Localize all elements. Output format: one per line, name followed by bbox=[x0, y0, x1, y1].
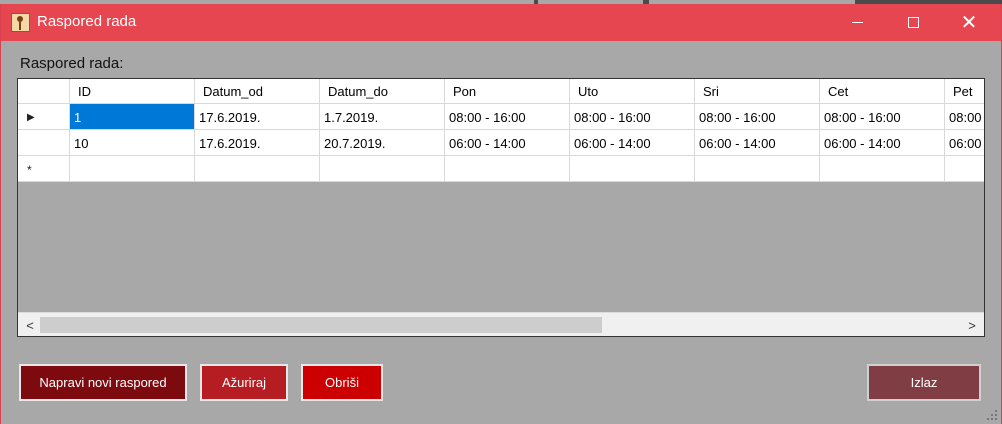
maximize-button[interactable] bbox=[890, 4, 936, 41]
table-cell[interactable]: 06:00 - 14:00 bbox=[445, 130, 570, 156]
table-cell[interactable] bbox=[70, 156, 195, 182]
table-cell[interactable]: 1 bbox=[70, 104, 195, 130]
table-cell[interactable] bbox=[445, 156, 570, 182]
column-header-id[interactable]: ID bbox=[70, 79, 195, 104]
table-cell[interactable]: 06:00 - 14:00 bbox=[695, 130, 820, 156]
exit-button[interactable]: Izlaz bbox=[867, 364, 981, 401]
update-button[interactable]: Ažuriraj bbox=[200, 364, 288, 401]
window-title: Raspored rada bbox=[37, 13, 137, 30]
table-row[interactable]: ▶ 1 17.6.2019. 1.7.2019. 08:00 - 16:00 0… bbox=[18, 104, 984, 130]
table-row[interactable]: 10 17.6.2019. 20.7.2019. 06:00 - 14:00 0… bbox=[18, 130, 984, 156]
table-cell[interactable] bbox=[820, 156, 945, 182]
table-cell[interactable]: 08:00 - 16:00 bbox=[695, 104, 820, 130]
delete-button[interactable]: Obriši bbox=[301, 364, 383, 401]
table-cell[interactable] bbox=[695, 156, 820, 182]
minimize-icon bbox=[851, 22, 863, 23]
grid-header-row: ID Datum_od Datum_do Pon Uto Sri Cet Pet bbox=[18, 79, 984, 104]
table-cell[interactable]: 08:00 bbox=[945, 104, 984, 130]
row-header[interactable]: ▶ bbox=[18, 104, 70, 130]
table-cell[interactable]: 06:00 - 14:00 bbox=[820, 130, 945, 156]
window: Raspored rada ✕ Raspored rada: ID Datum_… bbox=[0, 4, 1002, 424]
current-row-arrow-icon: ▶ bbox=[27, 112, 35, 123]
maximize-icon bbox=[907, 17, 919, 28]
new-row[interactable]: * bbox=[18, 156, 984, 182]
column-header-cet[interactable]: Cet bbox=[820, 79, 945, 104]
table-cell[interactable] bbox=[320, 156, 445, 182]
table-cell[interactable] bbox=[570, 156, 695, 182]
column-header-sri[interactable]: Sri bbox=[695, 79, 820, 104]
table-cell[interactable]: 08:00 - 16:00 bbox=[820, 104, 945, 130]
resize-grip-icon[interactable] bbox=[987, 410, 997, 420]
table-cell[interactable]: 10 bbox=[70, 130, 195, 156]
row-header[interactable] bbox=[18, 130, 70, 156]
scroll-left-icon[interactable]: < bbox=[20, 313, 40, 336]
scrollbar-thumb[interactable] bbox=[40, 317, 602, 333]
column-header-datum-do[interactable]: Datum_do bbox=[320, 79, 445, 104]
grid-viewport: ID Datum_od Datum_do Pon Uto Sri Cet Pet… bbox=[18, 79, 984, 312]
row-header[interactable]: * bbox=[18, 156, 70, 182]
table-cell[interactable] bbox=[945, 156, 984, 182]
grid-corner bbox=[18, 79, 70, 104]
table-cell[interactable]: 08:00 - 16:00 bbox=[570, 104, 695, 130]
column-header-datum-od[interactable]: Datum_od bbox=[195, 79, 320, 104]
table-cell[interactable]: 17.6.2019. bbox=[195, 130, 320, 156]
minimize-button[interactable] bbox=[834, 4, 880, 41]
column-header-pon[interactable]: Pon bbox=[445, 79, 570, 104]
new-row-asterisk-icon: * bbox=[27, 163, 32, 177]
title-bar[interactable]: Raspored rada ✕ bbox=[1, 4, 1001, 41]
column-header-uto[interactable]: Uto bbox=[570, 79, 695, 104]
schedule-grid[interactable]: ID Datum_od Datum_do Pon Uto Sri Cet Pet… bbox=[17, 78, 985, 337]
table-cell[interactable]: 08:00 - 16:00 bbox=[445, 104, 570, 130]
table-cell[interactable]: 17.6.2019. bbox=[195, 104, 320, 130]
close-button[interactable]: ✕ bbox=[946, 4, 992, 41]
scroll-right-icon[interactable]: > bbox=[962, 313, 982, 336]
app-icon bbox=[11, 13, 30, 32]
table-cell[interactable]: 06:00 bbox=[945, 130, 984, 156]
column-header-pet[interactable]: Pet bbox=[945, 79, 984, 104]
schedule-label: Raspored rada: bbox=[20, 55, 124, 72]
new-schedule-button[interactable]: Napravi novi raspored bbox=[19, 364, 187, 401]
horizontal-scrollbar[interactable]: < > bbox=[18, 312, 984, 336]
table-cell[interactable]: 20.7.2019. bbox=[320, 130, 445, 156]
table-cell[interactable]: 06:00 - 14:00 bbox=[570, 130, 695, 156]
table-cell[interactable]: 1.7.2019. bbox=[320, 104, 445, 130]
table-cell[interactable] bbox=[195, 156, 320, 182]
